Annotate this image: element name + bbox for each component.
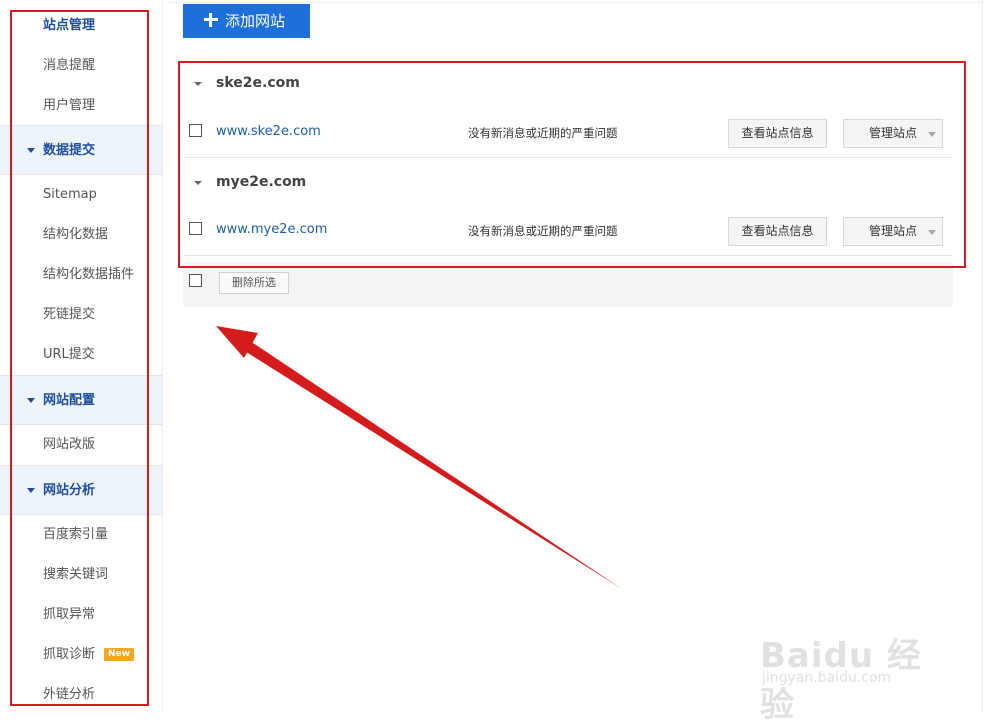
arrow-shaft [232, 333, 622, 589]
watermark-url: jingyan.baidu.com [762, 670, 892, 686]
baidu-jingyan-watermark: Baidu 经验 jingyan.baidu.com [760, 600, 950, 725]
